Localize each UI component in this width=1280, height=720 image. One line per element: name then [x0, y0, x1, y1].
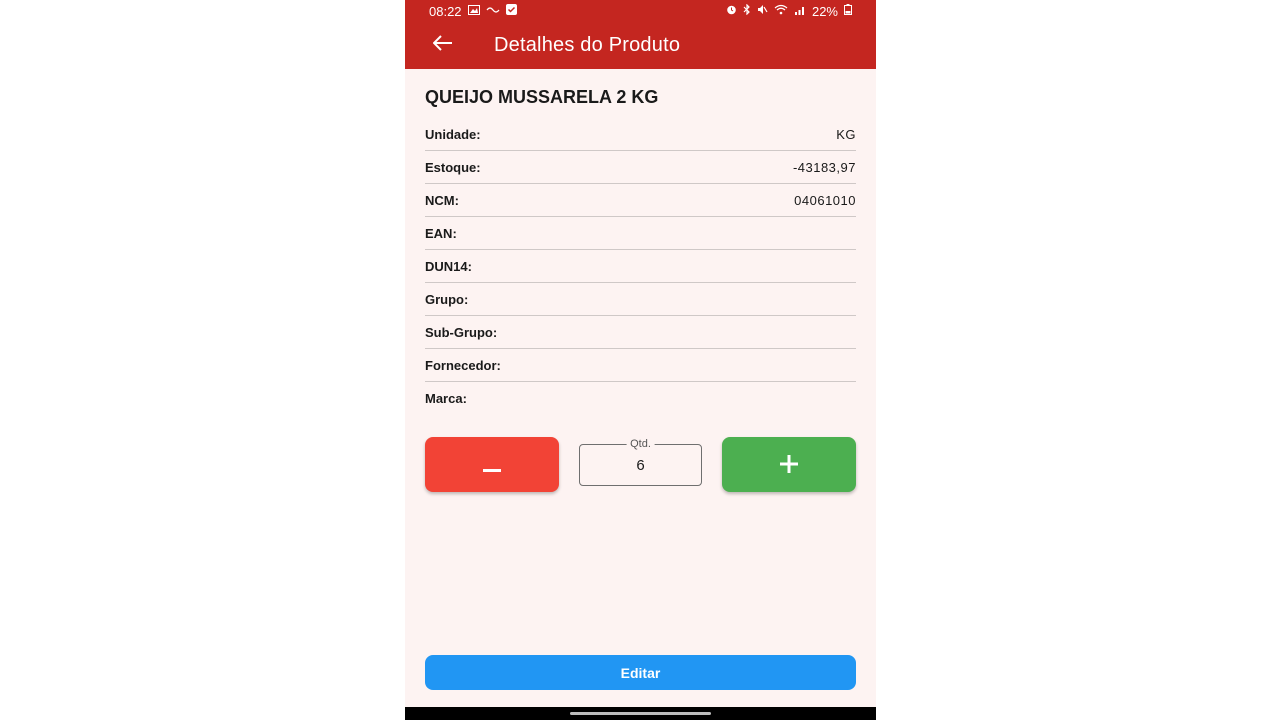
detail-row-dun14: DUN14:: [425, 250, 856, 283]
detail-value: -43183,97: [792, 159, 856, 175]
gallery-icon: [467, 4, 480, 18]
arrow-left-icon: [432, 35, 453, 56]
wifi-icon: [774, 4, 788, 18]
quantity-label: Qtd.: [626, 438, 655, 450]
quantity-input[interactable]: 6: [580, 457, 701, 474]
home-gesture-handle[interactable]: [570, 712, 711, 715]
edit-button[interactable]: Editar: [425, 655, 856, 690]
increase-quantity-button[interactable]: [722, 437, 856, 492]
mute-icon: [757, 4, 768, 18]
detail-label: Unidade:: [425, 126, 481, 142]
alarm-icon: [726, 4, 737, 18]
quantity-stepper: Qtd. 6: [425, 437, 856, 493]
detail-row-grupo: Grupo:: [425, 283, 856, 316]
detail-row-ncm: NCM: 04061010: [425, 184, 856, 217]
page-title: Detalhes do Produto: [494, 34, 681, 56]
detail-value: KG: [836, 126, 856, 142]
status-left: 08:22: [429, 4, 517, 19]
detail-row-fornecedor: Fornecedor:: [425, 349, 856, 382]
detail-label: Fornecedor:: [425, 357, 501, 373]
product-details: QUEIJO MUSSARELA 2 KG Unidade: KG Estoqu…: [425, 69, 856, 492]
detail-row-ean: EAN:: [425, 217, 856, 250]
details-list: Unidade: KG Estoque: -43183,97 NCM: 0406…: [425, 118, 856, 415]
hd-icon: [486, 6, 500, 17]
bluetooth-icon: [743, 3, 751, 18]
detail-row-marca: Marca:: [425, 382, 856, 415]
detail-label: EAN:: [425, 225, 457, 241]
check-icon: [505, 4, 517, 18]
detail-value: 04061010: [794, 192, 856, 208]
back-button[interactable]: [423, 26, 463, 66]
quantity-field[interactable]: Qtd. 6: [579, 438, 702, 486]
detail-row-sub-grupo: Sub-Grupo:: [425, 316, 856, 349]
phone-screen: 08:22 22% Detalhes do Produto QUEIJO MUS…: [405, 0, 876, 720]
minus-icon: [483, 449, 501, 480]
plus-icon: [780, 449, 798, 480]
detail-label: Estoque:: [425, 159, 481, 175]
app-bar: Detalhes do Produto: [405, 22, 876, 69]
detail-label: NCM:: [425, 192, 459, 208]
battery-icon: [844, 4, 852, 18]
status-right: 22%: [726, 4, 852, 19]
product-name: QUEIJO MUSSARELA 2 KG: [425, 87, 659, 107]
detail-label: Grupo:: [425, 291, 469, 307]
status-time: 08:22: [429, 3, 462, 19]
navigation-bar: [405, 707, 876, 720]
detail-label: Sub-Grupo:: [425, 324, 498, 340]
detail-label: DUN14:: [425, 258, 472, 274]
status-bar: 08:22 22%: [405, 0, 876, 22]
battery-text: 22%: [811, 3, 838, 19]
detail-label: Marca:: [425, 391, 467, 406]
detail-row-unidade: Unidade: KG: [425, 118, 856, 151]
detail-row-estoque: Estoque: -43183,97: [425, 151, 856, 184]
signal-icon: [794, 5, 806, 18]
decrease-quantity-button[interactable]: [425, 437, 559, 492]
